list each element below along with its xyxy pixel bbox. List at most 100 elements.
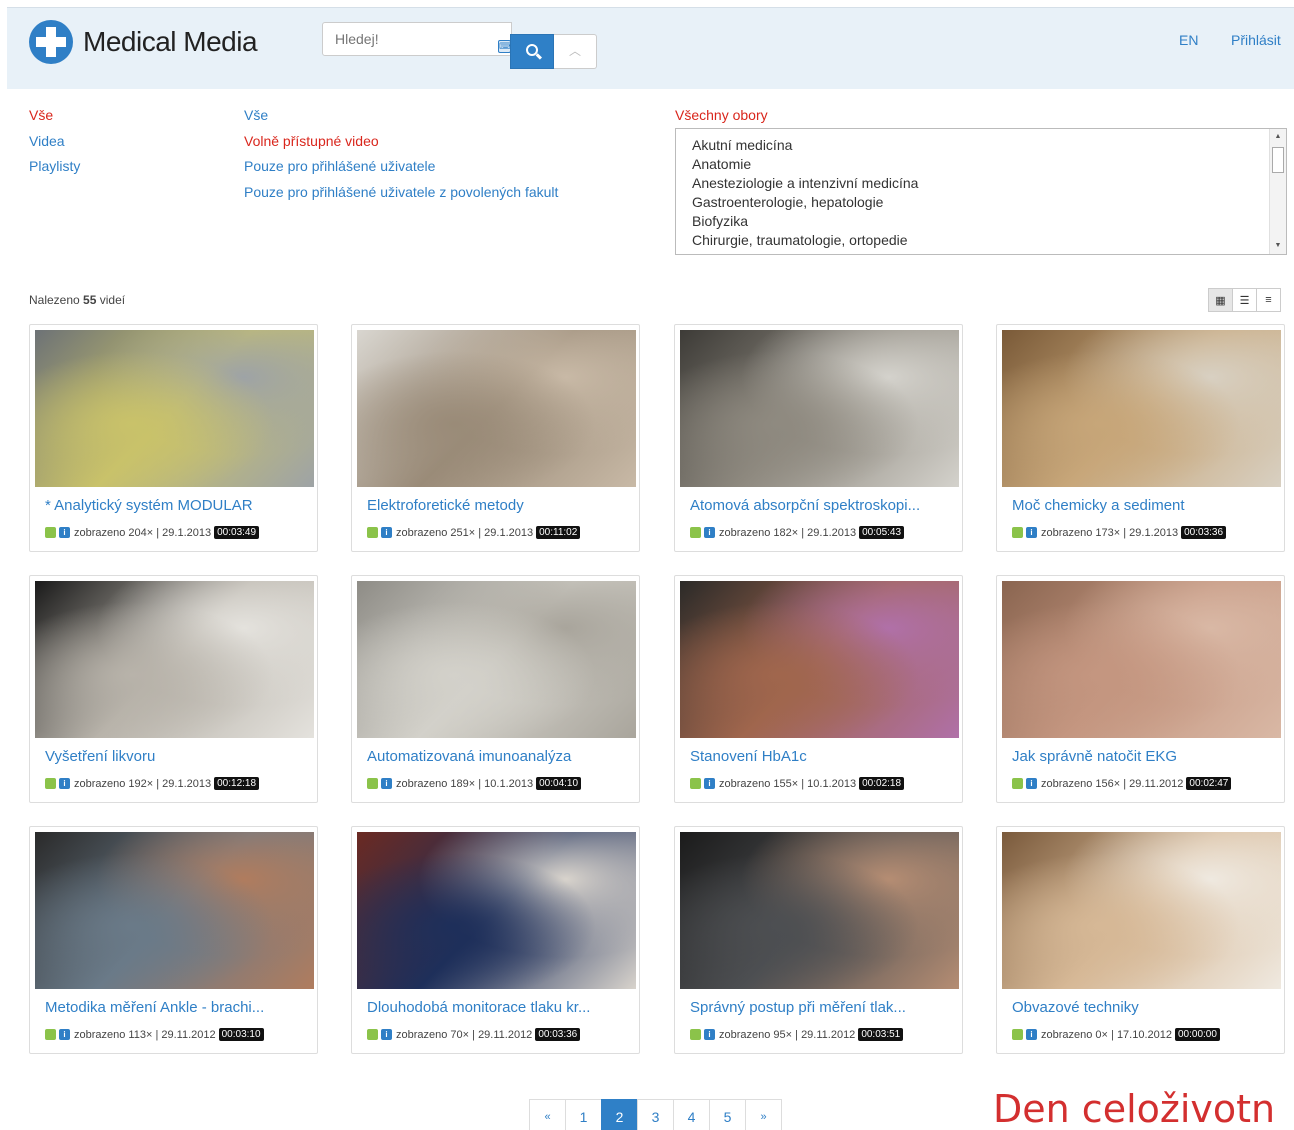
info-icon[interactable]: i: [381, 778, 392, 789]
field-option[interactable]: Chirurgie, traumatologie, ortopedie: [692, 231, 1270, 250]
video-title-link[interactable]: Vyšetření likvoru: [45, 748, 155, 765]
view-count: zobrazeno 251×: [396, 526, 476, 539]
scroll-up-icon[interactable]: ▲: [1270, 131, 1286, 143]
upload-date: | 29.1.2013: [153, 526, 212, 539]
video-title-link[interactable]: Správný postup při měření tlak...: [690, 999, 906, 1016]
video-thumbnail[interactable]: [680, 330, 959, 487]
video-card[interactable]: Vyšetření likvoru i zobrazeno 192× | 29.1.…: [29, 575, 318, 803]
video-thumbnail[interactable]: [35, 581, 314, 738]
type-filter-option[interactable]: Playlisty: [29, 154, 80, 180]
duration-badge: 00:04:10: [536, 777, 582, 790]
video-title-link[interactable]: Jak správně natočit EKG: [1012, 748, 1177, 765]
info-icon[interactable]: i: [1026, 527, 1037, 538]
toggle-filters-button[interactable]: ︿: [554, 34, 597, 69]
video-thumbnail[interactable]: [1002, 330, 1281, 487]
field-option[interactable]: Akutní medicína: [692, 136, 1270, 155]
list-view-icon[interactable]: ☰: [1232, 288, 1257, 312]
pager-page[interactable]: 4: [673, 1099, 710, 1130]
fields-listbox[interactable]: Akutní medicína Anatomie Anesteziologie a …: [675, 128, 1287, 255]
pager-next[interactable]: »: [745, 1099, 782, 1130]
listbox-scrollbar[interactable]: ▲ ▼: [1269, 129, 1286, 254]
view-toggle: ▦ ☰ ≡: [1208, 288, 1281, 312]
field-option[interactable]: Anatomie: [692, 155, 1270, 174]
type-filter-option[interactable]: Videa: [29, 129, 80, 155]
video-card[interactable]: Obvazové techniky i zobrazeno 0× | 17.10.2…: [996, 826, 1285, 1054]
access-filter-option[interactable]: Pouze pro přihlášené uživatele: [244, 154, 558, 180]
video-meta: i zobrazeno 70× | 29.11.2012 00:03:36: [367, 1028, 581, 1041]
video-card[interactable]: Automatizovaná imunoanalýza i zobrazeno 18…: [351, 575, 640, 803]
upload-date: | 29.11.2012: [469, 1028, 533, 1041]
fields-filter-title[interactable]: Všechny obory: [675, 107, 768, 123]
site-logo[interactable]: Medical Media: [29, 20, 258, 64]
info-icon[interactable]: i: [59, 527, 70, 538]
info-icon[interactable]: i: [59, 778, 70, 789]
video-thumbnail[interactable]: [357, 832, 636, 989]
video-title-link[interactable]: Dlouhodobá monitorace tlaku kr...: [367, 999, 590, 1016]
info-icon[interactable]: i: [59, 1029, 70, 1040]
pager-prev[interactable]: «: [529, 1099, 566, 1130]
video-meta: i zobrazeno 182× | 29.1.2013 00:05:43: [690, 526, 905, 539]
free-access-icon: [45, 778, 56, 789]
video-thumbnail[interactable]: [35, 330, 314, 487]
pager-page[interactable]: 5: [709, 1099, 746, 1130]
search-button[interactable]: [510, 34, 554, 69]
video-card[interactable]: Jak správně natočit EKG i zobrazeno 156× |…: [996, 575, 1285, 803]
upload-date: | 29.1.2013: [153, 777, 212, 790]
pager-page[interactable]: 3: [637, 1099, 674, 1130]
video-thumbnail[interactable]: [1002, 581, 1281, 738]
info-icon[interactable]: i: [381, 527, 392, 538]
video-thumbnail[interactable]: [35, 832, 314, 989]
info-icon[interactable]: i: [1026, 1029, 1037, 1040]
upload-date: | 29.1.2013: [1120, 526, 1179, 539]
scroll-down-icon[interactable]: ▼: [1270, 240, 1286, 252]
field-option[interactable]: Biofyzika: [692, 212, 1270, 231]
video-meta: i zobrazeno 192× | 29.1.2013 00:12:18: [45, 777, 260, 790]
video-card[interactable]: Moč chemicky a sediment i zobrazeno 173× |…: [996, 324, 1285, 552]
info-icon[interactable]: i: [704, 778, 715, 789]
video-card[interactable]: Dlouhodobá monitorace tlaku kr... i zobraz…: [351, 826, 640, 1054]
field-option[interactable]: Anesteziologie a intenzivní medicína: [692, 174, 1270, 193]
video-title-link[interactable]: Atomová absorpční spektroskopi...: [690, 497, 920, 514]
video-thumbnail[interactable]: [357, 330, 636, 487]
video-thumbnail[interactable]: [1002, 832, 1281, 989]
video-title-link[interactable]: Elektroforetické metody: [367, 497, 524, 514]
language-link[interactable]: EN: [1179, 32, 1198, 48]
type-filter-option[interactable]: Vše: [29, 103, 80, 129]
search-input[interactable]: [322, 22, 512, 56]
scroll-thumb[interactable]: [1272, 147, 1284, 173]
upload-date: | 29.11.2012: [152, 1028, 216, 1041]
video-title-link[interactable]: Metodika měření Ankle - brachi...: [45, 999, 264, 1016]
video-title-link[interactable]: Obvazové techniky: [1012, 999, 1139, 1016]
access-filter-option[interactable]: Vše: [244, 103, 558, 129]
access-filter-option[interactable]: Pouze pro přihlášené uživatele z povolen…: [244, 180, 558, 206]
pager-page[interactable]: 1: [565, 1099, 602, 1130]
field-option[interactable]: Gastroenterologie, hepatologie: [692, 193, 1270, 212]
free-access-icon: [690, 778, 701, 789]
grid-view-icon[interactable]: ▦: [1208, 288, 1233, 312]
video-card[interactable]: Metodika měření Ankle - brachi... i zobraz…: [29, 826, 318, 1054]
video-title-link[interactable]: * Analytický systém MODULAR: [45, 497, 253, 514]
video-thumbnail[interactable]: [357, 581, 636, 738]
video-card[interactable]: Elektroforetické metody i zobrazeno 251× |…: [351, 324, 640, 552]
duration-badge: 00:03:36: [1181, 526, 1227, 539]
video-thumbnail[interactable]: [680, 581, 959, 738]
video-title-link[interactable]: Stanovení HbA1c: [690, 748, 807, 765]
compact-list-icon[interactable]: ≡: [1256, 288, 1281, 312]
video-thumbnail[interactable]: [680, 832, 959, 989]
pager-page[interactable]: 2: [601, 1099, 638, 1130]
video-title-link[interactable]: Moč chemicky a sediment: [1012, 497, 1185, 514]
video-card[interactable]: Stanovení HbA1c i zobrazeno 155× | 10.1.20…: [674, 575, 963, 803]
info-icon[interactable]: i: [381, 1029, 392, 1040]
video-card[interactable]: Atomová absorpční spektroskopi... i zobraz…: [674, 324, 963, 552]
duration-badge: 00:11:02: [536, 526, 581, 539]
video-card[interactable]: Správný postup při měření tlak... i zobraz…: [674, 826, 963, 1054]
info-icon[interactable]: i: [704, 1029, 715, 1040]
logo-text: Medical Media: [83, 26, 258, 57]
video-title-link[interactable]: Automatizovaná imunoanalýza: [367, 748, 571, 765]
pagination: «1 2 3 4 5»: [529, 1099, 782, 1130]
info-icon[interactable]: i: [1026, 778, 1037, 789]
access-filter-option[interactable]: Volně přístupné video: [244, 129, 558, 155]
login-link[interactable]: Přihlásit: [1231, 32, 1281, 48]
video-card[interactable]: * Analytický systém MODULAR i zobrazeno 20…: [29, 324, 318, 552]
info-icon[interactable]: i: [704, 527, 715, 538]
